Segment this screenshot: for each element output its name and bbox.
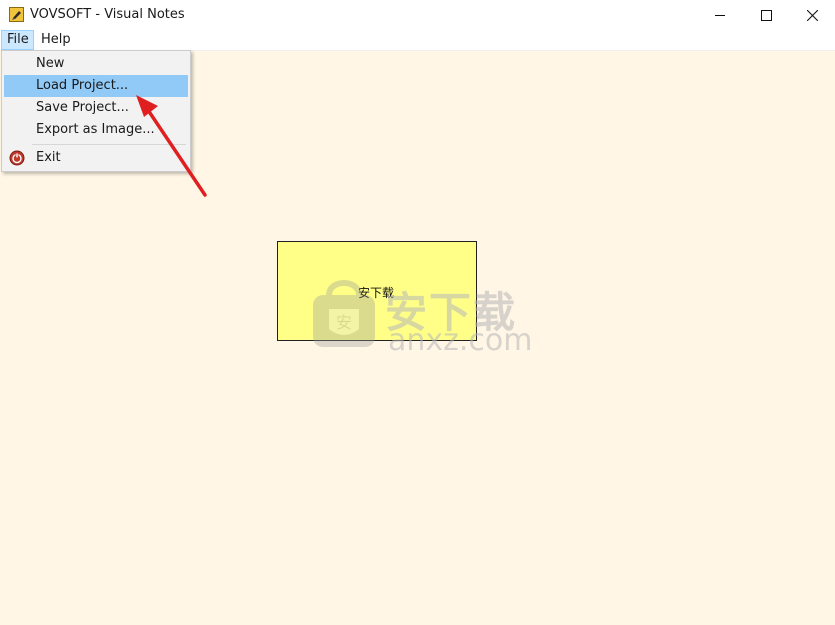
menu-item-new[interactable]: New (4, 53, 188, 75)
menu-bar: File Help (0, 30, 835, 51)
watermark-subtitle: anxz.com (388, 323, 533, 358)
watermark-shield-glyph: 安 (336, 313, 352, 332)
file-menu-dropdown: New Load Project... Save Project... Expo… (1, 50, 191, 172)
menu-item-export-image[interactable]: Export as Image... (4, 119, 188, 141)
minimize-button[interactable] (697, 0, 743, 30)
menu-item-load-project[interactable]: Load Project... (4, 75, 188, 97)
app-window: VOVSOFT - Visual Notes File Help 安下载 安 安… (0, 0, 835, 625)
power-icon (9, 150, 25, 166)
window-title: VOVSOFT - Visual Notes (30, 7, 185, 22)
title-bar[interactable]: VOVSOFT - Visual Notes (0, 0, 835, 30)
menu-item-exit[interactable]: Exit (4, 147, 188, 169)
minimize-icon (715, 15, 725, 16)
menu-separator (32, 144, 186, 145)
close-icon (807, 10, 818, 21)
menu-help[interactable]: Help (36, 30, 76, 50)
menu-item-load-project-label: Load Project... (36, 78, 129, 93)
menu-item-save-project-label: Save Project... (36, 100, 129, 115)
menu-item-export-image-label: Export as Image... (36, 122, 155, 137)
menu-item-new-label: New (36, 56, 65, 71)
menu-item-exit-label: Exit (36, 150, 61, 165)
close-button[interactable] (789, 0, 835, 30)
menu-file[interactable]: File (1, 30, 34, 50)
maximize-button[interactable] (743, 0, 789, 30)
watermark-shield-icon: 安 (313, 280, 375, 347)
app-pencil-icon (9, 7, 24, 22)
menu-item-save-project[interactable]: Save Project... (4, 97, 188, 119)
maximize-icon (761, 10, 772, 21)
